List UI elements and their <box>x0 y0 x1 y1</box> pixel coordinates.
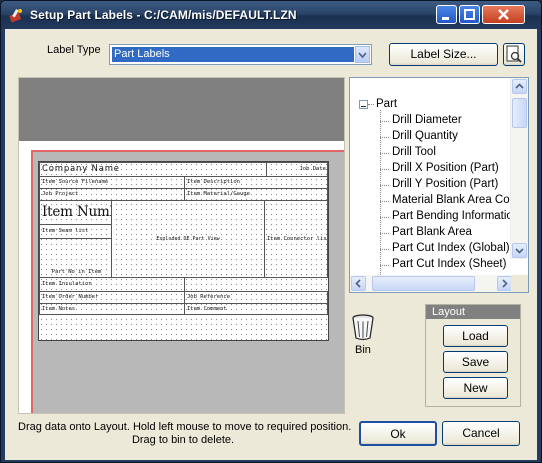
tree-connector <box>380 185 389 186</box>
tree-item[interactable]: Drill X Position (Part) <box>392 162 499 174</box>
tree-connector <box>380 233 389 234</box>
field-job-date[interactable]: Job Date <box>266 162 328 177</box>
close-button[interactable] <box>482 5 525 24</box>
field-item-comment[interactable]: Item Comment <box>184 303 328 315</box>
dialog-client-area: Label Type Part Labels Label Size... Com… <box>5 29 537 460</box>
tree-item[interactable]: Drill Tool <box>392 146 436 158</box>
label-type-select[interactable]: Part Labels <box>109 44 372 65</box>
minus-icon <box>361 106 366 107</box>
layout-heading: Layout <box>426 305 520 319</box>
combo-dropdown-button[interactable] <box>355 46 370 63</box>
trash-bin-icon <box>352 314 374 341</box>
window-title: Setup Part Labels - C:/CAM/mis/DEFAULT.L… <box>30 8 297 22</box>
field-item-notes[interactable]: Item Notes <box>39 303 185 315</box>
maximize-button[interactable] <box>459 5 480 24</box>
app-icon <box>9 9 22 23</box>
vertical-scroll-thumb[interactable] <box>512 98 527 128</box>
hint-line-2: Drag to bin to delete. <box>131 434 235 446</box>
field-part-no-in-item[interactable]: Part No in Item <box>39 238 112 278</box>
tree-item[interactable]: Material Blank Area Cost <box>392 194 519 206</box>
save-button[interactable]: Save <box>443 351 508 373</box>
title-bar[interactable]: Setup Part Labels - C:/CAM/mis/DEFAULT.L… <box>1 1 541 29</box>
tree-item[interactable]: Part Bending Information <box>392 210 519 222</box>
window-frame-right <box>537 29 541 462</box>
tree-item[interactable]: Part Cut Index (Global) <box>392 242 510 254</box>
arrow-right-icon <box>502 279 508 288</box>
field-exploded-part-view[interactable]: Exploded DE Part View <box>111 200 265 278</box>
tree-item[interactable]: Drill Quantity <box>392 130 458 142</box>
label-canvas[interactable]: Company Name Job Date Item Source Filena… <box>38 161 329 341</box>
chevron-down-icon <box>358 52 367 59</box>
load-button[interactable]: Load <box>443 325 508 347</box>
field-company-name[interactable]: Company Name <box>39 162 267 177</box>
arrow-left-icon <box>355 279 361 288</box>
maximize-icon <box>464 9 475 20</box>
bin-label: Bin <box>355 344 371 356</box>
scroll-down-button[interactable] <box>512 243 527 258</box>
bin-drop-target[interactable] <box>350 313 376 341</box>
tree-item[interactable]: Part Cut Index (Sheet) <box>392 258 506 270</box>
tree-root-part[interactable]: Part <box>376 98 397 110</box>
tree-item[interactable]: Part Blank Area <box>392 226 472 238</box>
field-item-number[interactable]: Item Number <box>39 200 112 225</box>
ok-button[interactable]: Ok <box>359 421 437 446</box>
collapse-toggle[interactable] <box>359 100 368 109</box>
field-tree[interactable]: Part Drill Diameter Drill Quantity Drill… <box>349 77 529 293</box>
arrow-down-icon <box>515 248 524 254</box>
tree-connector <box>380 217 389 218</box>
minimize-button[interactable] <box>436 5 457 24</box>
scroll-corner <box>511 275 528 292</box>
label-size-button[interactable]: Label Size... <box>389 43 498 66</box>
tree-item[interactable]: Drill Y Position (Part) <box>392 178 498 190</box>
preview-top-margin <box>19 78 344 141</box>
minimize-icon <box>442 17 449 20</box>
tree-connector <box>380 169 389 170</box>
close-icon <box>498 9 509 20</box>
tree-connector <box>380 201 389 202</box>
cancel-button[interactable]: Cancel <box>442 421 520 446</box>
tree-connector <box>380 153 389 154</box>
field-item-seam-list[interactable]: Item Seam list <box>39 224 112 239</box>
scroll-left-button[interactable] <box>351 276 366 291</box>
tree-item[interactable]: Drill Diameter <box>392 114 462 126</box>
tree-connector <box>380 137 389 138</box>
field-item-insulation[interactable]: Item Insulation <box>39 277 185 292</box>
tree-connector <box>380 249 389 250</box>
print-preview-icon <box>506 45 522 63</box>
tree-connector <box>380 265 389 266</box>
scroll-right-button[interactable] <box>497 276 512 291</box>
dialog-window: Setup Part Labels - C:/CAM/mis/DEFAULT.L… <box>0 0 542 463</box>
tree-connector <box>368 104 374 105</box>
print-preview-button[interactable] <box>503 43 525 66</box>
arrow-up-icon <box>515 83 524 89</box>
tree-connector <box>380 121 389 122</box>
new-button[interactable]: New <box>443 377 508 399</box>
field-item-connector-list[interactable]: Item Connector list <box>264 200 328 278</box>
label-type-label: Label Type <box>47 44 101 56</box>
label-layout-preview[interactable]: Company Name Job Date Item Source Filena… <box>18 77 345 414</box>
hint-line-1: Drag data onto Layout. Hold left mouse t… <box>18 421 352 433</box>
horizontal-scroll-thumb[interactable] <box>372 276 475 291</box>
layout-group: Layout Load Save New <box>425 304 521 407</box>
tree-vertical-scrollbar[interactable] <box>510 78 528 259</box>
label-type-value: Part Labels <box>111 46 355 63</box>
tree-horizontal-scrollbar[interactable] <box>350 275 513 292</box>
scroll-up-button[interactable] <box>512 79 527 94</box>
